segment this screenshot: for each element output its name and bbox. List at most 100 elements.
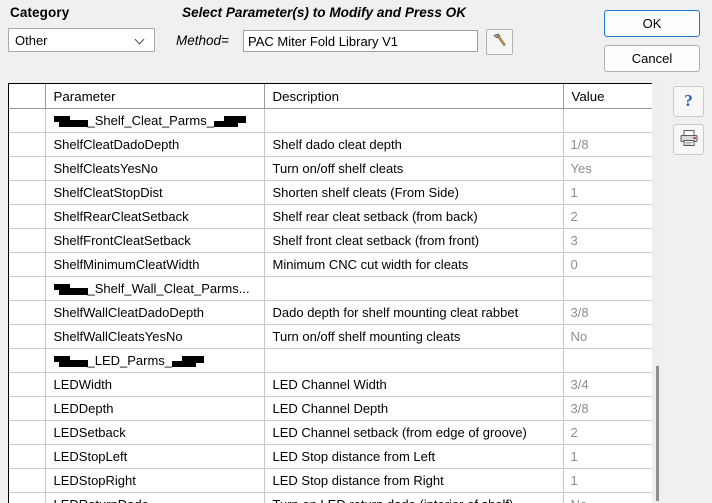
column-header-value[interactable]: Value bbox=[563, 84, 662, 109]
print-button[interactable] bbox=[673, 124, 704, 155]
tool-rail: ? bbox=[668, 83, 712, 503]
row-select-cell[interactable] bbox=[9, 372, 46, 397]
parameter-name-cell: ShelfWallCleatDadoDepth bbox=[45, 300, 265, 325]
page-title: Select Parameter(s) to Modify and Press … bbox=[182, 5, 467, 20]
table-row[interactable]: ShelfCleatDadoDepth Shelf dado cleat dept… bbox=[9, 132, 662, 157]
hammer-button[interactable] bbox=[486, 29, 513, 55]
table-row[interactable]: LEDDepth LED Channel Depth 3/8 bbox=[9, 396, 662, 421]
column-header-parameter[interactable]: Parameter bbox=[45, 84, 265, 109]
printer-icon bbox=[679, 129, 699, 150]
parameter-grid-body: _Shelf_Cleat_Parms_ ShelfCleatDadoDepth Sh… bbox=[9, 108, 662, 503]
table-row[interactable]: _LED_Parms_ bbox=[9, 348, 662, 373]
parameter-value-cell[interactable]: 1/8 bbox=[563, 132, 662, 157]
method-input[interactable] bbox=[243, 30, 478, 52]
ok-button[interactable]: OK bbox=[604, 10, 700, 37]
row-select-cell[interactable] bbox=[9, 276, 46, 301]
help-button[interactable]: ? bbox=[673, 86, 704, 117]
parameter-description-cell bbox=[264, 348, 564, 373]
row-select-cell[interactable] bbox=[9, 108, 46, 133]
row-select-cell[interactable] bbox=[9, 396, 46, 421]
row-select-cell[interactable] bbox=[9, 156, 46, 181]
grid-vertical-scrollbar[interactable] bbox=[652, 83, 663, 503]
table-row[interactable]: ShelfFrontCleatSetback Shelf front cleat … bbox=[9, 228, 662, 253]
parameter-value-cell[interactable]: 1 bbox=[563, 444, 662, 469]
parameter-description-cell: Turn on/off shelf mounting cleats bbox=[264, 324, 564, 349]
table-row[interactable]: ShelfWallCleatsYesNo Turn on/off shelf mo… bbox=[9, 324, 662, 349]
parameter-value-cell[interactable]: 3/8 bbox=[563, 396, 662, 421]
method-label: Method= bbox=[176, 33, 229, 48]
parameter-description-cell: Shelf rear cleat setback (from back) bbox=[264, 204, 564, 229]
parameter-value-cell[interactable]: 2 bbox=[563, 204, 662, 229]
section-header-cell: _Shelf_Cleat_Parms_ bbox=[45, 108, 265, 133]
row-select-cell[interactable] bbox=[9, 444, 46, 469]
table-row[interactable]: LEDSetback LED Channel setback (from edge… bbox=[9, 420, 662, 445]
parameter-value-cell[interactable]: No bbox=[563, 492, 662, 503]
category-label: Category bbox=[10, 5, 70, 20]
column-header-select[interactable] bbox=[9, 84, 46, 109]
parameter-name-cell: LEDDepth bbox=[45, 396, 265, 421]
parameter-value-cell[interactable]: 3/4 bbox=[563, 372, 662, 397]
parameter-name-cell: ShelfWallCleatsYesNo bbox=[45, 324, 265, 349]
row-select-cell[interactable] bbox=[9, 252, 46, 277]
parameter-description-cell: LED Stop distance from Left bbox=[264, 444, 564, 469]
redaction-block bbox=[53, 355, 88, 367]
table-row[interactable]: _Shelf_Wall_Cleat_Parms... bbox=[9, 276, 662, 301]
category-dropdown-value: Other bbox=[15, 32, 48, 48]
row-select-cell[interactable] bbox=[9, 132, 46, 157]
section-header-cell: _Shelf_Wall_Cleat_Parms... bbox=[45, 276, 265, 301]
table-row[interactable]: LEDStopLeft LED Stop distance from Left 1 bbox=[9, 444, 662, 469]
parameter-name-cell: LEDReturnDado bbox=[45, 492, 265, 503]
parameter-value-cell[interactable]: 3 bbox=[563, 228, 662, 253]
row-select-cell[interactable] bbox=[9, 300, 46, 325]
dialog-header: Category Other Select Parameter(s) to Mo… bbox=[0, 0, 712, 78]
svg-text:?: ? bbox=[684, 91, 693, 110]
parameter-value-cell[interactable]: 3/8 bbox=[563, 300, 662, 325]
parameter-value-cell[interactable]: 1 bbox=[563, 468, 662, 493]
section-label: _Shelf_Cleat_Parms_ bbox=[87, 113, 214, 129]
row-select-cell[interactable] bbox=[9, 228, 46, 253]
redaction-block bbox=[172, 355, 205, 367]
parameter-value-cell[interactable] bbox=[563, 108, 662, 133]
parameter-description-cell: Turn on LED return dado (interior of she… bbox=[264, 492, 564, 503]
table-row[interactable]: LEDReturnDadoTurn on LED return dado (in… bbox=[9, 492, 662, 503]
parameter-name-cell: LEDStopRight bbox=[45, 468, 265, 493]
parameter-value-cell[interactable]: 0 bbox=[563, 252, 662, 277]
parameter-value-cell[interactable] bbox=[563, 348, 662, 373]
redaction-block bbox=[53, 115, 88, 127]
parameter-description-cell: Minimum CNC cut width for cleats bbox=[264, 252, 564, 277]
table-row[interactable]: LEDWidth LED Channel Width 3/4 bbox=[9, 372, 662, 397]
row-select-cell[interactable] bbox=[9, 204, 46, 229]
table-row[interactable]: ShelfRearCleatSetback Shelf rear cleat se… bbox=[9, 204, 662, 229]
row-select-cell[interactable] bbox=[9, 324, 46, 349]
parameter-value-cell[interactable]: Yes bbox=[563, 156, 662, 181]
row-select-cell[interactable] bbox=[9, 180, 46, 205]
parameter-value-cell[interactable] bbox=[563, 276, 662, 301]
parameter-description-cell: LED Channel Width bbox=[264, 372, 564, 397]
parameter-value-cell[interactable]: 2 bbox=[563, 420, 662, 445]
parameter-description-cell: Shelf dado cleat depth bbox=[264, 132, 564, 157]
table-row[interactable]: ShelfCleatsYesNo Turn on/off shelf cleats… bbox=[9, 156, 662, 181]
parameter-value-cell[interactable]: No bbox=[563, 324, 662, 349]
row-select-cell[interactable] bbox=[9, 468, 46, 493]
parameter-name-cell: LEDStopLeft bbox=[45, 444, 265, 469]
table-row[interactable]: LEDStopRight LED Stop distance from Right… bbox=[9, 468, 662, 493]
row-select-cell[interactable] bbox=[9, 492, 46, 503]
parameter-description-cell: Shorten shelf cleats (From Side) bbox=[264, 180, 564, 205]
parameter-description-cell: Turn on/off shelf cleats bbox=[264, 156, 564, 181]
scrollbar-thumb[interactable] bbox=[656, 366, 659, 501]
row-select-cell[interactable] bbox=[9, 348, 46, 373]
parameter-name-cell: ShelfFrontCleatSetback bbox=[45, 228, 265, 253]
table-row[interactable]: ShelfWallCleatDadoDepth Dado depth for sh… bbox=[9, 300, 662, 325]
table-row[interactable]: _Shelf_Cleat_Parms_ bbox=[9, 108, 662, 133]
column-header-description[interactable]: Description bbox=[264, 84, 564, 109]
section-label: _Shelf_Wall_Cleat_Parms... bbox=[87, 281, 250, 297]
parameter-value-cell[interactable]: 1 bbox=[563, 180, 662, 205]
cancel-button[interactable]: Cancel bbox=[604, 45, 700, 72]
parameter-description-cell bbox=[264, 108, 564, 133]
table-header-row: Parameter Description Value bbox=[9, 84, 662, 109]
parameter-name-cell: ShelfCleatDadoDepth bbox=[45, 132, 265, 157]
table-row[interactable]: ShelfMinimumCleatWidth Minimum CNC cut wi… bbox=[9, 252, 662, 277]
table-row[interactable]: ShelfCleatStopDist Shorten shelf cleats (… bbox=[9, 180, 662, 205]
category-dropdown[interactable]: Other bbox=[8, 28, 155, 52]
row-select-cell[interactable] bbox=[9, 420, 46, 445]
